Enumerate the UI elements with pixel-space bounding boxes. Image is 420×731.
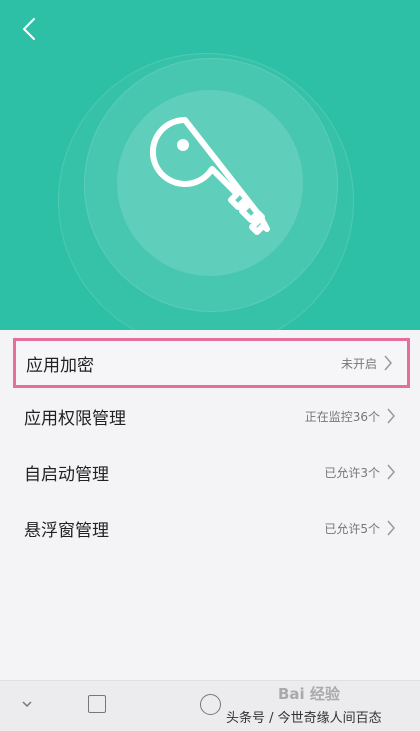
menu-item-status: 已允许3个: [324, 465, 380, 480]
menu-item-status: 未开启: [340, 356, 377, 371]
chevron-down-icon[interactable]: [18, 695, 36, 713]
chevron-left-icon: [23, 18, 35, 40]
menu-item-floating-window[interactable]: 悬浮窗管理 已允许5个: [0, 500, 420, 556]
settings-menu: 应用加密 未开启 应用权限管理 正在监控36个 自启动管理 已允许3个 悬浮窗管…: [0, 330, 420, 556]
menu-item-label: 应用加密: [26, 355, 94, 376]
menu-item-label: 悬浮窗管理: [24, 520, 109, 541]
menu-item-app-permissions[interactable]: 应用权限管理 正在监控36个: [0, 388, 420, 444]
menu-item-status: 已允许5个: [324, 521, 380, 536]
chevron-right-icon: [387, 464, 395, 480]
back-button[interactable]: [14, 14, 44, 44]
watermark-caption: 头条号 / 今世奇缘人间百态: [226, 711, 382, 726]
menu-item-autostart[interactable]: 自启动管理 已允许3个: [0, 444, 420, 500]
menu-item-label: 应用权限管理: [24, 408, 126, 429]
menu-item-status: 正在监控36个: [304, 409, 380, 424]
key-icon: [149, 116, 270, 235]
chevron-right-icon: [387, 520, 395, 536]
chevron-right-icon: [387, 408, 395, 424]
circle-icon[interactable]: [200, 694, 221, 715]
hero-header: [0, 0, 420, 330]
square-icon[interactable]: [88, 695, 106, 713]
watermark-brand: Bai 经验: [278, 685, 340, 703]
chevron-right-icon: [384, 355, 392, 371]
menu-item-label: 自启动管理: [24, 464, 109, 485]
menu-item-app-encryption[interactable]: 应用加密 未开启: [13, 338, 410, 388]
